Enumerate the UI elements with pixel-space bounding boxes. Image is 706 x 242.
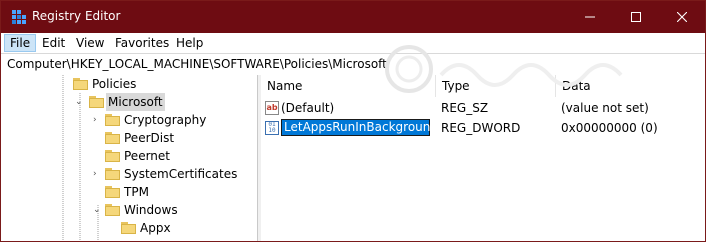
title-bar: Registry Editor	[1, 1, 705, 33]
menu-edit[interactable]: Edit	[37, 35, 70, 51]
value-data: (value not set)	[561, 101, 649, 115]
table-row[interactable]: 01 10 LetAppsRunInBackground. REG_DWORD 0…	[261, 119, 705, 137]
chevron-right-icon[interactable]: ›	[93, 116, 101, 125]
column-header-data[interactable]: Data	[556, 75, 705, 97]
minimize-icon	[585, 16, 595, 18]
folder-icon	[105, 131, 120, 144]
registry-editor-window: Registry Editor File Edit View Favorites…	[0, 0, 706, 242]
table-row[interactable]: ab (Default) REG_SZ (value not set)	[261, 99, 705, 117]
string-value-icon: ab	[265, 101, 279, 115]
menu-favorites[interactable]: Favorites	[110, 35, 174, 51]
folder-icon	[121, 221, 136, 234]
minimize-button[interactable]	[567, 1, 613, 33]
column-header-type[interactable]: Type	[436, 75, 555, 97]
rename-input[interactable]: LetAppsRunInBackground.	[281, 119, 442, 136]
folder-icon	[105, 203, 120, 216]
folder-icon	[105, 149, 120, 162]
chevron-down-icon[interactable]: ⌄	[75, 98, 83, 107]
folder-icon	[89, 95, 104, 108]
chevron-down-icon[interactable]: ⌄	[93, 206, 101, 215]
menu-help[interactable]: Help	[171, 35, 208, 51]
folder-icon	[105, 185, 120, 198]
value-type: REG_SZ	[441, 101, 489, 115]
key-tree[interactable]: Policies ⌄ Microsoft › Cryptography Peer…	[1, 75, 257, 241]
value-data: 0x00000000 (0)	[561, 121, 658, 135]
binary-value-icon: 01 10	[265, 121, 279, 135]
tree-item-label: Windows	[124, 203, 178, 217]
address-path[interactable]: Computer\HKEY_LOCAL_MACHINE\SOFTWARE\Pol…	[7, 57, 387, 71]
registry-editor-icon	[12, 10, 26, 24]
tree-item-label: Peernet	[124, 149, 170, 163]
window-title: Registry Editor	[32, 9, 121, 23]
address-bar[interactable]: Computer\HKEY_LOCAL_MACHINE\SOFTWARE\Pol…	[1, 53, 705, 76]
tree-item-label: PeerDist	[124, 131, 175, 145]
tree-item-label: Cryptography	[124, 113, 207, 127]
tree-item-label: Appx	[140, 221, 171, 235]
folder-icon	[73, 77, 88, 90]
values-list[interactable]: Name Type Data ab (Default) REG_SZ (valu…	[261, 75, 705, 241]
menu-view[interactable]: View	[71, 35, 109, 51]
tree-item-label: SystemCertificates	[124, 167, 238, 181]
close-button[interactable]	[659, 1, 705, 33]
folder-icon	[105, 113, 120, 126]
maximize-button[interactable]	[613, 1, 659, 33]
menu-bar: File Edit View Favorites Help	[1, 33, 705, 53]
column-header-name[interactable]: Name	[261, 75, 435, 97]
tree-item-label: Policies	[92, 77, 137, 91]
maximize-icon	[631, 12, 641, 22]
chevron-right-icon[interactable]: ›	[93, 170, 101, 179]
folder-icon	[105, 167, 120, 180]
tree-item-label: TPM	[124, 185, 149, 199]
menu-file[interactable]: File	[4, 34, 37, 52]
close-icon	[677, 12, 687, 22]
value-name: (Default)	[281, 101, 335, 115]
value-type: REG_DWORD	[441, 121, 521, 135]
tree-item-label: Microsoft	[106, 93, 165, 111]
